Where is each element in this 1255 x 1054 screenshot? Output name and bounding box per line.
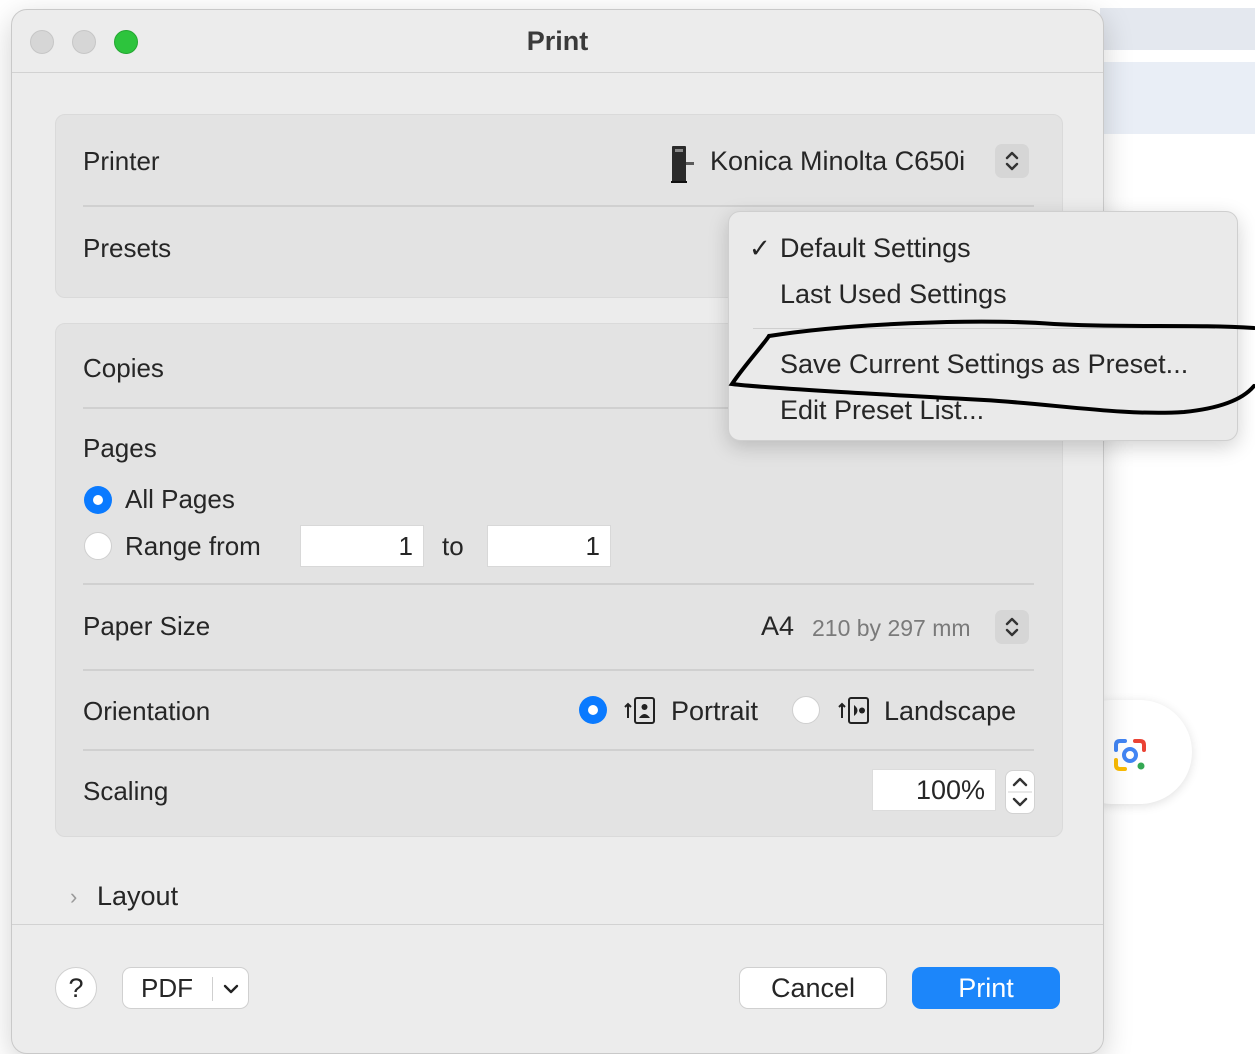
- range-from-field[interactable]: 1: [300, 525, 424, 567]
- range-to-label: to: [442, 531, 464, 561]
- portrait-radio[interactable]: [579, 696, 607, 724]
- menu-item-edit-preset-list[interactable]: Edit Preset List...: [780, 395, 984, 426]
- footer-divider: [12, 924, 1103, 925]
- menu-item-last-used-settings[interactable]: Last Used Settings: [780, 279, 1007, 310]
- dialog-title: Print: [526, 26, 589, 56]
- checkmark-icon: ✓: [749, 233, 771, 263]
- pdf-menu-button[interactable]: PDF: [122, 967, 249, 1009]
- up-down-chevron-icon: [1005, 617, 1019, 637]
- divider: [83, 669, 1034, 671]
- cancel-button[interactable]: Cancel: [739, 967, 887, 1009]
- help-button[interactable]: ?: [55, 967, 97, 1009]
- print-dialog: Print Printer Konica Minolta C650i Prese…: [11, 9, 1104, 1054]
- background-window-panel: [1100, 62, 1255, 134]
- menu-item-default-settings[interactable]: Default Settings: [780, 233, 971, 264]
- pages-label: Pages: [83, 433, 157, 463]
- portrait-orientation-icon: [624, 697, 655, 724]
- presets-menu: ✓ Default Settings Last Used Settings Sa…: [728, 211, 1238, 441]
- background-window-bar: [1100, 8, 1255, 50]
- range-from-label[interactable]: Range from: [125, 531, 261, 562]
- up-down-chevron-icon: [1008, 777, 1032, 807]
- print-button[interactable]: Print: [912, 967, 1060, 1009]
- all-pages-radio[interactable]: [84, 486, 112, 514]
- layout-section-toggle[interactable]: Layout: [97, 881, 178, 912]
- divider: [83, 583, 1034, 585]
- landscape-orientation-icon: [838, 697, 869, 724]
- landscape-radio[interactable]: [792, 696, 820, 724]
- menu-divider: [753, 328, 1215, 329]
- scaling-label: Scaling: [83, 776, 169, 806]
- menu-item-save-preset[interactable]: Save Current Settings as Preset...: [780, 349, 1188, 380]
- chevron-down-icon[interactable]: [219, 975, 243, 1003]
- title-bar: Print: [12, 10, 1103, 73]
- paper-size-value[interactable]: A4: [761, 611, 794, 642]
- lens-camera-icon[interactable]: [1110, 735, 1150, 775]
- pdf-label[interactable]: PDF: [141, 973, 193, 1004]
- divider: [83, 749, 1034, 751]
- orientation-label: Orientation: [83, 696, 211, 726]
- presets-label: Presets: [83, 233, 172, 263]
- scaling-field[interactable]: 100%: [872, 769, 996, 811]
- printer-select-button[interactable]: [995, 144, 1029, 178]
- printer-select-value[interactable]: Konica Minolta C650i: [710, 146, 965, 177]
- range-to-field[interactable]: 1: [487, 525, 611, 567]
- printer-icon: [671, 146, 694, 183]
- paper-size-label: Paper Size: [83, 611, 211, 641]
- up-down-chevron-icon: [1005, 151, 1019, 171]
- layout-disclosure-icon[interactable]: ›: [70, 884, 77, 910]
- copies-label: Copies: [83, 353, 164, 383]
- range-radio[interactable]: [84, 532, 112, 560]
- paper-size-dimensions: 210 by 297 mm: [812, 615, 971, 641]
- landscape-label[interactable]: Landscape: [884, 696, 1016, 727]
- portrait-label[interactable]: Portrait: [671, 696, 758, 727]
- paper-size-select-button[interactable]: [995, 610, 1029, 644]
- scaling-stepper[interactable]: [1005, 770, 1035, 814]
- pdf-divider: [212, 977, 213, 1001]
- all-pages-label[interactable]: All Pages: [125, 484, 235, 515]
- printer-label: Printer: [83, 146, 160, 176]
- divider: [83, 205, 1034, 207]
